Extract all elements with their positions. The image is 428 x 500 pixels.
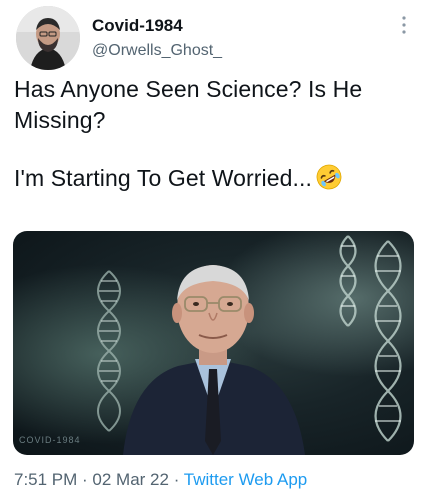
tweet-media-image[interactable]: COVID-1984 xyxy=(13,231,414,455)
tweet-date[interactable]: 02 Mar 22 xyxy=(92,470,169,489)
tweet-time[interactable]: 7:51 PM xyxy=(14,470,77,489)
separator: · xyxy=(77,470,93,489)
tweet-line-2: I'm Starting To Get Worried... xyxy=(14,163,414,194)
more-options-icon[interactable] xyxy=(398,14,410,36)
avatar[interactable] xyxy=(16,6,80,70)
tweet-meta: 7:51 PM · 02 Mar 22 · Twitter Web App xyxy=(14,470,307,490)
display-name[interactable]: Covid-1984 xyxy=(92,16,183,36)
user-handle[interactable]: @Orwells_Ghost_ xyxy=(92,42,222,60)
tweet-line-1: Has Anyone Seen Science? Is He Missing? xyxy=(14,76,363,133)
tweet-text: Has Anyone Seen Science? Is He Missing? … xyxy=(14,74,414,194)
image-watermark: COVID-1984 xyxy=(19,435,81,445)
tweet-source-link[interactable]: Twitter Web App xyxy=(184,470,307,489)
rolling-on-floor-laughing-emoji xyxy=(316,164,342,190)
tweet-header: Covid-1984 @Orwells_Ghost_ xyxy=(12,6,416,70)
separator: · xyxy=(168,470,184,489)
tweet-line-2-text: I'm Starting To Get Worried... xyxy=(14,165,312,191)
